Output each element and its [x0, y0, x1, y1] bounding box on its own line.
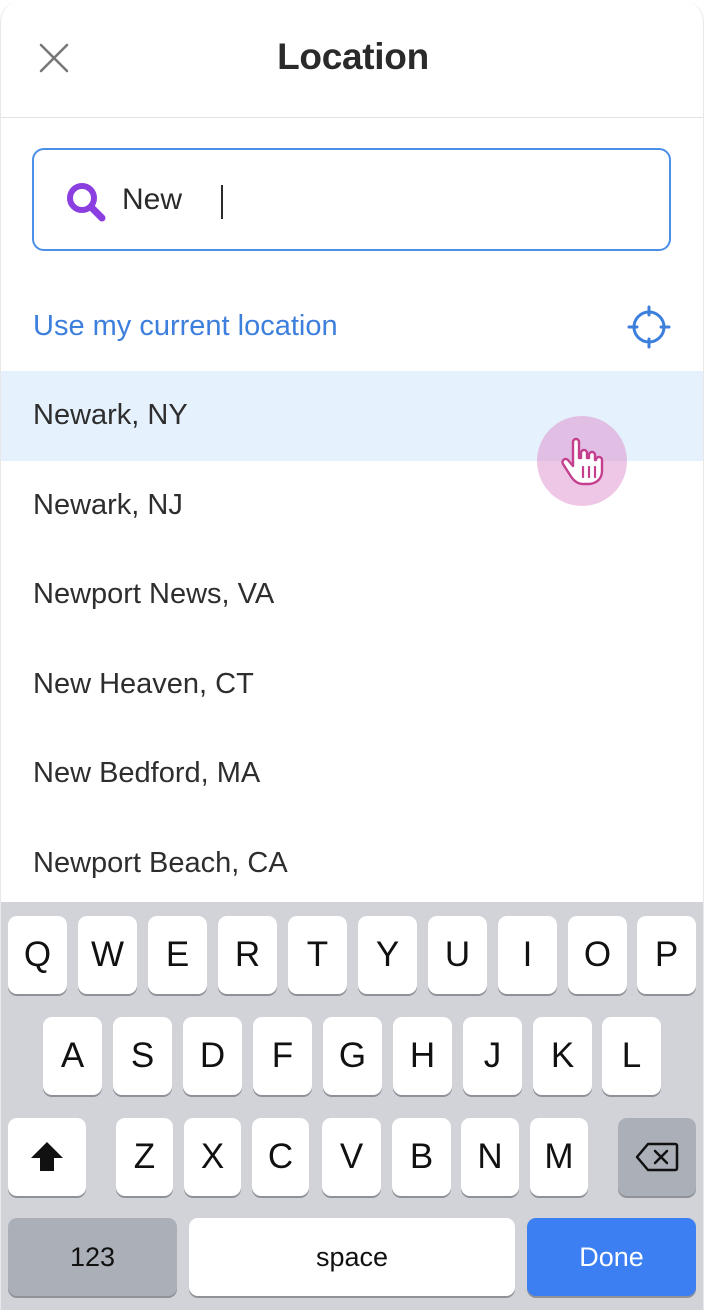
current-location-label: Use my current location [33, 310, 338, 342]
key-o[interactable]: O [568, 916, 627, 994]
key-c[interactable]: C [252, 1118, 309, 1196]
key-q[interactable]: Q [8, 916, 67, 994]
page-title: Location [277, 36, 429, 77]
key-v[interactable]: V [322, 1118, 381, 1196]
key-i[interactable]: I [498, 916, 557, 994]
result-label: Newark, NJ [33, 488, 183, 521]
header: Location [1, 0, 703, 118]
key-p[interactable]: P [637, 916, 696, 994]
pointer-hand-icon [561, 437, 604, 486]
key-s[interactable]: S [113, 1017, 172, 1095]
numbers-key[interactable]: 123 [8, 1218, 177, 1296]
text-caret [221, 185, 223, 219]
result-label: New Bedford, MA [33, 757, 261, 790]
key-f[interactable]: F [253, 1017, 312, 1095]
backspace-key[interactable] [618, 1118, 696, 1196]
key-z[interactable]: Z [116, 1118, 173, 1196]
key-w[interactable]: W [78, 916, 137, 994]
list-item[interactable]: New Heaven, CT [1, 640, 703, 730]
result-label: Newport News, VA [33, 578, 275, 611]
list-item[interactable]: Newport Beach, CA [1, 819, 703, 909]
search-input[interactable] [122, 172, 642, 228]
search-box[interactable] [32, 148, 671, 251]
search-icon [67, 183, 106, 222]
key-j[interactable]: J [463, 1017, 522, 1095]
result-label: Newport Beach, CA [33, 846, 288, 879]
list-item[interactable]: New Bedford, MA [1, 729, 703, 819]
crosshair-icon [627, 305, 671, 349]
key-k[interactable]: K [533, 1017, 592, 1095]
key-u[interactable]: U [428, 916, 487, 994]
key-r[interactable]: R [218, 916, 277, 994]
key-n[interactable]: N [461, 1118, 519, 1196]
key-t[interactable]: T [288, 916, 347, 994]
key-y[interactable]: Y [358, 916, 417, 994]
done-button[interactable]: Done [527, 1218, 696, 1296]
key-h[interactable]: H [393, 1017, 452, 1095]
space-key[interactable]: space [189, 1218, 515, 1296]
result-label: Newark, NY [33, 399, 188, 431]
key-g[interactable]: G [323, 1017, 382, 1095]
location-sheet: Location Use my current location Newark,… [0, 0, 704, 1310]
key-x[interactable]: X [184, 1118, 241, 1196]
on-screen-keyboard: Q W E R T Y U I O P A S D F G H J K L Z … [1, 902, 703, 1310]
key-d[interactable]: D [183, 1017, 242, 1095]
shift-key[interactable] [8, 1118, 86, 1196]
list-item[interactable]: Newport News, VA [1, 550, 703, 640]
key-l[interactable]: L [602, 1017, 661, 1095]
result-label: New Heaven, CT [33, 667, 254, 700]
key-e[interactable]: E [148, 916, 207, 994]
shift-icon [31, 1142, 63, 1171]
key-b[interactable]: B [392, 1118, 451, 1196]
use-current-location[interactable]: Use my current location [1, 290, 703, 370]
backspace-icon [635, 1142, 679, 1172]
key-a[interactable]: A [43, 1017, 102, 1095]
key-m[interactable]: M [530, 1118, 588, 1196]
